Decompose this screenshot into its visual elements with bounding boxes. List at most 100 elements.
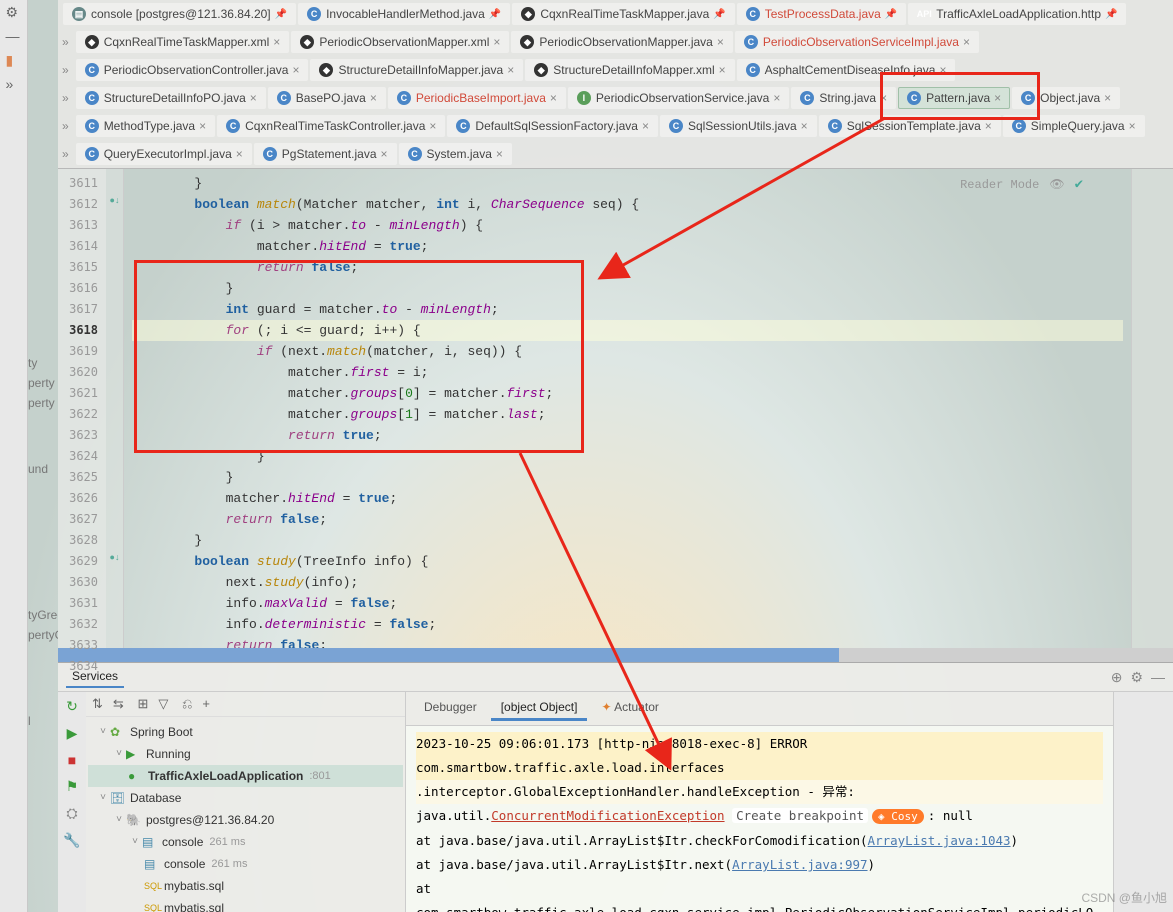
hide-icon[interactable]: — [1151,669,1165,685]
tab-actuator[interactable]: ✦ Actuator [591,696,668,721]
horizontal-scrollbar[interactable] [58,648,1173,662]
editor-tab[interactable]: ◆StructureDetailInfoMapper.java× [310,59,523,81]
filter-icon[interactable]: ▽ [158,696,168,711]
editor-tab[interactable]: ▤console [postgres@121.36.84.20]📌 [63,3,296,25]
gear-icon[interactable]: ⚙ [1130,669,1143,686]
editor-tab[interactable]: CSqlSessionUtils.java× [660,115,817,137]
close-icon[interactable]: × [642,119,649,133]
editor-tab[interactable]: IPeriodicObservationService.java× [568,87,789,109]
cosy-badge[interactable]: ◈ Cosy [872,809,924,824]
undo-icon[interactable]: ⎌ [182,696,192,711]
editor-tab[interactable]: CPeriodicObservationServiceImpl.java× [735,31,979,53]
close-icon[interactable]: × [939,63,946,77]
pin-icon[interactable]: 📌 [713,9,725,20]
tree-running[interactable]: ˅▶Running [88,743,403,765]
rerun-icon[interactable]: ↻ [66,698,78,715]
close-icon[interactable]: × [273,35,280,49]
editor-tab[interactable]: ◆PeriodicObservationMapper.xml× [291,31,509,53]
filter-icon[interactable]: ⛭ [66,805,77,822]
console-minimap[interactable] [1113,692,1173,912]
close-icon[interactable]: × [250,91,257,105]
source-link[interactable]: ArrayList.java:1043 [868,833,1011,848]
collapse-icon[interactable]: — [6,28,22,44]
overflow-icon[interactable]: » [62,63,69,77]
close-icon[interactable]: × [717,35,724,49]
exception-link[interactable]: ConcurrentModificationException [491,808,724,823]
close-icon[interactable]: × [236,147,243,161]
close-icon[interactable]: × [985,119,992,133]
tab-debugger[interactable]: Debugger [414,696,487,721]
close-icon[interactable]: × [429,119,436,133]
console-output[interactable]: 2023-10-25 09:06:01.173 [http-nio-8018-e… [406,726,1113,912]
close-icon[interactable]: × [199,119,206,133]
close-icon[interactable]: × [496,147,503,161]
overflow-icon[interactable]: » [62,119,69,133]
tree-sql-file[interactable]: SQLmybatis.sql [88,875,403,897]
close-icon[interactable]: × [493,35,500,49]
editor-tab[interactable]: CPattern.java× [898,87,1010,109]
editor-tab[interactable]: APITrafficAxleLoadApplication.http📌 [908,3,1126,25]
editor-tab[interactable]: CInvocableHandlerMethod.java📌 [298,3,510,25]
editor-tab[interactable]: CSimpleQuery.java× [1003,115,1145,137]
pin-icon[interactable]: 📌 [489,9,501,20]
layout-icon[interactable]: ⊞ [137,696,148,711]
tree-app[interactable]: ●TrafficAxleLoadApplication:801 [88,765,403,787]
close-icon[interactable]: × [292,63,299,77]
editor-tab[interactable]: CPgStatement.java× [254,143,397,165]
tree-console-sub[interactable]: ▤console261 ms [88,853,403,875]
tree-sql-file[interactable]: SQLmybatis.sql [88,897,403,912]
editor-tab[interactable]: CPeriodicBaseImport.java× [388,87,566,109]
code-area[interactable]: Reader Mode👁✔ } boolean match(Matcher ma… [124,169,1131,648]
close-icon[interactable]: × [963,35,970,49]
wrench-icon[interactable]: 🔧 [63,832,80,849]
close-icon[interactable]: × [994,91,1001,105]
settings-icon[interactable]: ⚙ [6,4,22,20]
editor-tab[interactable]: CQueryExecutorImpl.java× [76,143,252,165]
bookmark-icon[interactable]: ▮ [6,52,22,68]
code-editor[interactable]: 3611361236133614361536163617361836193620… [58,169,1173,648]
editor-tab[interactable]: CString.java× [791,87,896,109]
close-icon[interactable]: × [880,91,887,105]
overflow-icon[interactable]: » [62,91,69,105]
editor-tab[interactable]: CDefaultSqlSessionFactory.java× [447,115,658,137]
tree-database[interactable]: ˅🗄Database [88,787,403,809]
editor-minimap[interactable] [1131,169,1173,648]
pin-icon[interactable]: 📌 [885,9,897,20]
tree-console[interactable]: ˅▤console261 ms [88,831,403,853]
close-icon[interactable]: × [507,63,514,77]
tree-spring-boot[interactable]: ˅✿Spring Boot [88,721,403,743]
close-icon[interactable]: × [370,91,377,105]
overflow-icon[interactable]: » [62,35,69,49]
pin-icon[interactable]: 📌 [1105,9,1117,20]
close-icon[interactable]: × [773,91,780,105]
fold-column[interactable]: ●↓ ●↓ [106,169,124,648]
close-icon[interactable]: × [381,147,388,161]
editor-tab[interactable]: CAsphaltCementDiseaseInfo.java× [737,59,956,81]
close-icon[interactable]: × [719,63,726,77]
attach-icon[interactable]: ⚑ [66,778,79,795]
editor-tab[interactable]: CTestProcessData.java📌 [737,3,907,25]
collapse-icon[interactable]: ⇆ [113,696,124,711]
add-icon[interactable]: + [202,696,210,711]
editor-tab[interactable]: ◆StructureDetailInfoMapper.xml× [525,59,734,81]
reader-mode-toggle[interactable]: Reader Mode👁✔ [960,175,1083,196]
editor-tab[interactable]: CPeriodicObservationController.java× [76,59,309,81]
source-link[interactable]: ArrayList.java:997 [732,857,867,872]
editor-tab[interactable]: CObject.java× [1012,87,1120,109]
expand-icon[interactable]: ⇅ [92,696,103,711]
tree-postgres[interactable]: ˅🐘postgres@121.36.84.20 [88,809,403,831]
editor-tab[interactable]: CBasePO.java× [268,87,386,109]
editor-tab[interactable]: ◆CqxnRealTimeTaskMapper.java📌 [512,3,734,25]
close-icon[interactable]: × [1104,91,1111,105]
pin-icon[interactable]: 📌 [275,9,287,20]
create-breakpoint-button[interactable]: Create breakpoint [732,808,868,823]
tab-console[interactable]: [object Object] [491,696,588,721]
add-service-icon[interactable]: ⊕ [1111,669,1123,686]
close-icon[interactable]: × [801,119,808,133]
overflow-icon[interactable]: » [62,147,69,161]
close-icon[interactable]: × [1129,119,1136,133]
editor-tab[interactable]: CSqlSessionTemplate.java× [819,115,1001,137]
editor-tab[interactable]: CCqxnRealTimeTaskController.java× [217,115,445,137]
stop-icon[interactable]: ■ [68,752,76,768]
services-tree[interactable]: ⇅ ⇆ ⊞ ▽ ⎌ + ˅✿Spring Boot ˅▶Running ●Traffi… [86,692,406,912]
